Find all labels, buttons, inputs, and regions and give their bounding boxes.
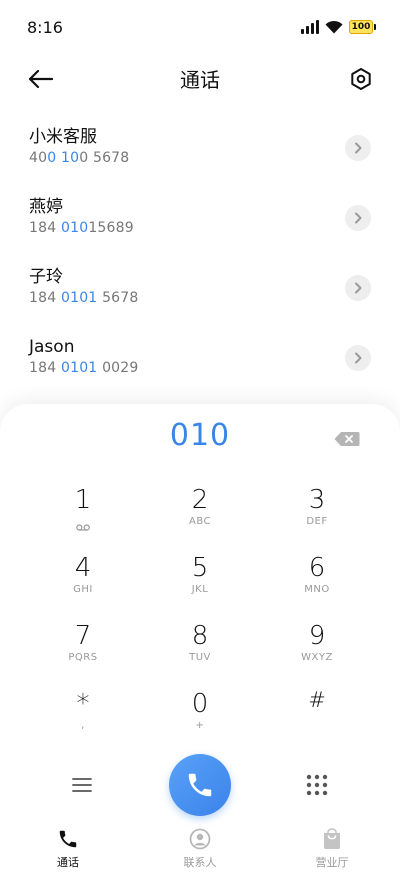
status-bar: 8:16 100 [0,0,400,56]
keypad-toggle-button[interactable] [304,772,330,798]
backspace-icon [334,432,360,446]
contact-detail-button[interactable] [345,275,371,301]
contact-number: 184 0101 0029 [29,360,139,376]
status-icons: 100 [301,20,376,34]
signal-icon [301,20,319,34]
tab-contacts[interactable]: 联系人 [150,827,250,870]
battery-level: 100 [351,22,371,32]
tab-calls[interactable]: 通话 [18,827,118,870]
dialpad-grid-icon [306,774,328,796]
contact-name: 子玲 [29,267,63,287]
chevron-right-icon [355,282,362,294]
bottom-nav: 通话 联系人 营业厅 [0,823,400,889]
voicemail-icon [76,524,90,531]
gear-icon [351,68,371,90]
contact-number: 184 0101 5678 [29,290,139,306]
shopping-bag-icon [324,828,340,849]
list-item[interactable]: 子玲 184 0101 5678 [0,258,400,328]
key-star[interactable]: * , [33,688,133,748]
chevron-right-icon [355,142,362,154]
key-8[interactable]: 8 TUV [150,620,250,680]
tab-label: 通话 [57,856,79,869]
contact-number: 400 100 5678 [29,150,130,166]
call-button[interactable] [169,754,231,816]
contact-name: Jason [29,337,75,357]
list-item[interactable]: 小米客服 400 100 5678 [0,118,400,188]
contact-name: 燕婷 [29,197,63,217]
backspace-button[interactable] [334,431,360,447]
chevron-right-icon [355,352,362,364]
dialpad-panel: 010 1 2 ABC 3 DEF 4 GHI 5 JKL 6 MNO 7 PQ… [0,404,400,889]
key-6[interactable]: 6 MNO [267,552,367,612]
key-3[interactable]: 3 DEF [267,484,367,544]
contact-number: 184 01015689 [29,220,134,236]
menu-icon [72,778,92,792]
dial-actions [0,754,400,818]
key-1[interactable]: 1 [33,484,133,544]
status-time: 8:16 [27,18,63,37]
page-title: 通话 [180,68,220,92]
menu-button[interactable] [68,774,96,796]
tab-label: 联系人 [183,856,217,869]
key-5[interactable]: 5 JKL [150,552,250,612]
key-2[interactable]: 2 ABC [150,484,250,544]
key-4[interactable]: 4 GHI [33,552,133,612]
phone-icon [188,773,212,797]
wifi-icon [325,20,343,34]
tab-label: 营业厅 [315,856,349,869]
phone-icon [59,830,77,848]
key-0[interactable]: 0 + [150,688,250,748]
key-7[interactable]: 7 PQRS [33,620,133,680]
list-item[interactable]: 燕婷 184 01015689 [0,188,400,258]
key-hash[interactable]: # [267,688,367,748]
contacts-icon [189,828,211,850]
settings-button[interactable] [346,64,376,94]
key-9[interactable]: 9 WXYZ [267,620,367,680]
contact-detail-button[interactable] [345,135,371,161]
header: 通话 [0,56,400,102]
list-item[interactable]: Jason 184 0101 0029 [0,328,400,398]
chevron-right-icon [355,212,362,224]
tab-service-hall[interactable]: 营业厅 [282,827,382,870]
contact-list: 小米客服 400 100 5678 燕婷 184 01015689 子玲 184… [0,118,400,398]
battery-icon: 100 [349,20,376,34]
contact-detail-button[interactable] [345,345,371,371]
contact-name: 小米客服 [29,127,97,147]
contact-detail-button[interactable] [345,205,371,231]
